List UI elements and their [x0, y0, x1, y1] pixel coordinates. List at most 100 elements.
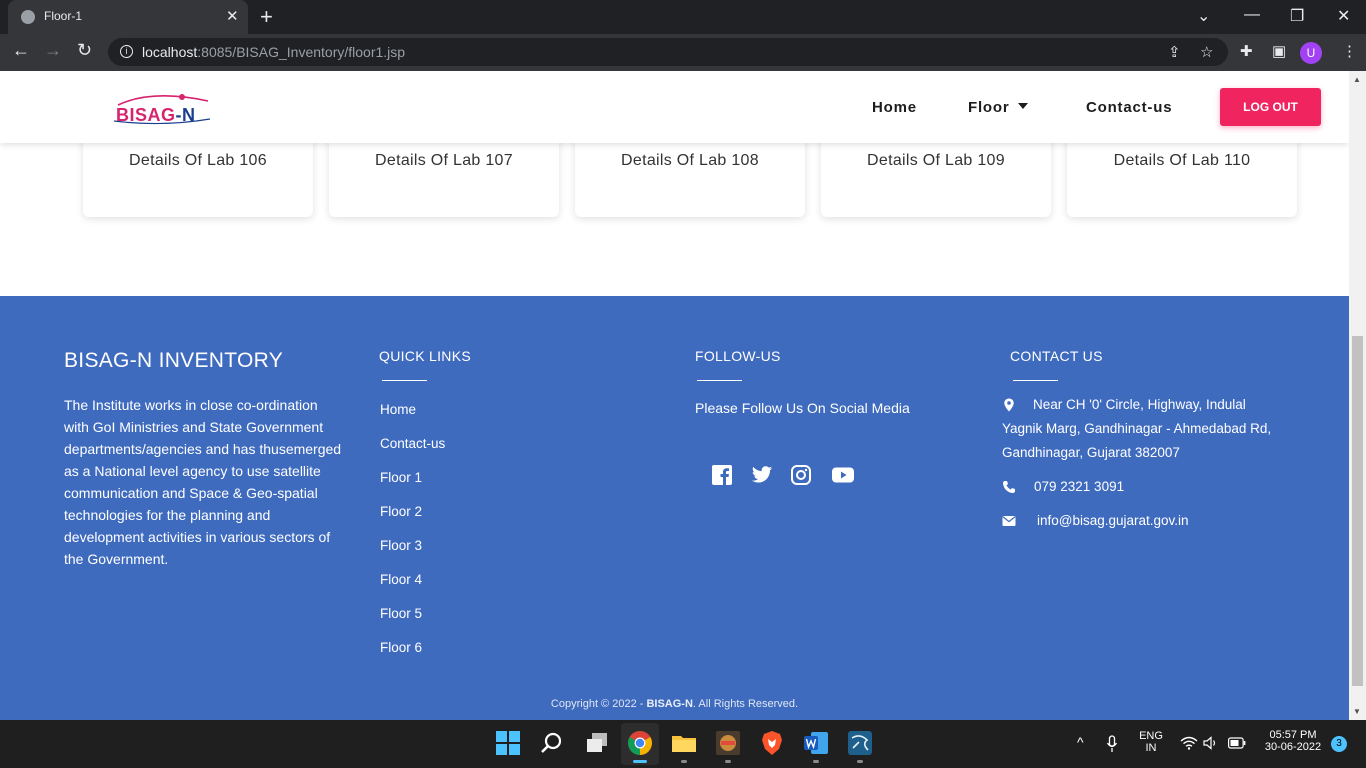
- lab-card-label: Details Of Lab 107: [375, 152, 513, 169]
- page-scrollbar[interactable]: ▲ ▼: [1349, 71, 1366, 720]
- quick-links-heading: QUICK LINKS: [379, 348, 471, 364]
- envelope-icon: [1002, 516, 1016, 526]
- nav-contact-us[interactable]: Contact-us: [1086, 99, 1172, 116]
- browser-tab-strip: Floor-1 ✕ + ⌄ — ❐ ✕: [0, 0, 1366, 34]
- site-footer: BISAG-N INVENTORY The Institute works in…: [0, 296, 1349, 720]
- app-badge-icon[interactable]: [715, 730, 741, 756]
- email-link[interactable]: info@bisag.gujarat.gov.in: [1037, 509, 1189, 533]
- lab-card-106[interactable]: Details Of Lab 106: [83, 131, 313, 217]
- close-tab-icon[interactable]: ✕: [226, 7, 239, 25]
- phone-number: 079 2321 3091: [1034, 479, 1125, 494]
- volume-icon[interactable]: [1203, 736, 1219, 750]
- contact-us-heading: CONTACT US: [1010, 348, 1103, 364]
- url-text[interactable]: localhost:8085/BISAG_Inventory/floor1.js…: [142, 44, 405, 60]
- tab-title: Floor-1: [44, 9, 83, 23]
- map-marker-icon: [1004, 398, 1014, 412]
- reload-button[interactable]: ↻: [77, 40, 92, 61]
- tab-search-icon[interactable]: ⌄: [1197, 6, 1210, 26]
- address-line-1: Near CH '0' Circle, Highway, Indulal: [1033, 397, 1246, 412]
- footer-link-floor-3[interactable]: Floor 3: [380, 538, 422, 553]
- share-icon[interactable]: ⇪: [1168, 43, 1181, 61]
- divider: [382, 380, 427, 381]
- minimize-button[interactable]: —: [1244, 6, 1260, 24]
- lab-card-label: Details Of Lab 110: [1113, 152, 1251, 169]
- lab-card-label: Details Of Lab 108: [621, 152, 759, 169]
- follow-text: Please Follow Us On Social Media: [695, 400, 910, 416]
- footer-link-floor-5[interactable]: Floor 5: [380, 606, 422, 621]
- scroll-down-icon[interactable]: ▼: [1353, 707, 1361, 716]
- footer-link-floor-4[interactable]: Floor 4: [380, 572, 422, 587]
- file-explorer-icon[interactable]: [671, 730, 697, 756]
- lab-card-109[interactable]: Details Of Lab 109: [821, 131, 1051, 217]
- notification-badge[interactable]: 3: [1331, 736, 1347, 752]
- copyright: Copyright © 2022 - BISAG-N. All Rights R…: [550, 698, 799, 710]
- phone-icon: [1003, 481, 1015, 493]
- lab-card-label: Details Of Lab 106: [129, 152, 267, 169]
- footer-link-home[interactable]: Home: [380, 402, 416, 417]
- scroll-up-icon[interactable]: ▲: [1353, 75, 1361, 84]
- active-indicator: [633, 760, 647, 763]
- browser-menu-icon[interactable]: ⋮: [1342, 42, 1357, 60]
- follow-us-heading: FOLLOW-US: [695, 348, 781, 364]
- forward-button[interactable]: →: [44, 40, 62, 61]
- language-indicator[interactable]: ENG IN: [1136, 730, 1166, 754]
- site-header: BISAG-N Home Floor Contact-us LOG OUT: [0, 71, 1349, 143]
- divider: [697, 380, 742, 381]
- scrollbar-thumb[interactable]: [1352, 336, 1363, 686]
- running-indicator: [813, 760, 819, 763]
- brave-browser-icon[interactable]: [759, 730, 785, 756]
- windows-taskbar: ^ ENG IN 05:57 PM 30-06-2022 3: [0, 720, 1366, 768]
- lab-card-107[interactable]: Details Of Lab 107: [329, 131, 559, 217]
- page-viewport: BISAG-N Home Floor Contact-us LOG OUT De…: [0, 71, 1349, 720]
- footer-brand: BISAG-N INVENTORY: [64, 349, 284, 372]
- facebook-icon[interactable]: [711, 464, 733, 486]
- running-indicator: [857, 760, 863, 763]
- nav-home[interactable]: Home: [872, 99, 917, 116]
- side-panel-icon[interactable]: ▣: [1272, 42, 1286, 60]
- chrome-icon[interactable]: [627, 730, 653, 756]
- wifi-icon[interactable]: [1180, 736, 1198, 750]
- youtube-icon[interactable]: [831, 464, 855, 486]
- battery-icon[interactable]: [1228, 737, 1246, 749]
- back-button[interactable]: ←: [12, 40, 30, 61]
- nav-floor-dropdown[interactable]: Floor: [968, 99, 1028, 116]
- bookmark-star-icon[interactable]: ☆: [1200, 43, 1213, 61]
- browser-toolbar: ← → ↻ i localhost:8085/BISAG_Inventory/f…: [0, 34, 1366, 71]
- logout-button[interactable]: LOG OUT: [1220, 88, 1321, 126]
- windows-start-icon[interactable]: [495, 730, 521, 756]
- twitter-icon[interactable]: [751, 464, 773, 486]
- footer-link-floor-2[interactable]: Floor 2: [380, 504, 422, 519]
- divider: [1013, 380, 1058, 381]
- bisag-logo[interactable]: BISAG-N: [112, 91, 212, 125]
- lab-card-label: Details Of Lab 109: [867, 152, 1005, 169]
- extensions-icon[interactable]: ✚: [1240, 42, 1253, 60]
- footer-description: The Institute works in close co-ordinati…: [64, 397, 342, 567]
- microphone-icon[interactable]: [1106, 735, 1118, 753]
- footer-link-floor-1[interactable]: Floor 1: [380, 470, 422, 485]
- task-view-icon[interactable]: [584, 730, 610, 756]
- lab-card-108[interactable]: Details Of Lab 108: [575, 131, 805, 217]
- restore-button[interactable]: ❐: [1290, 6, 1304, 26]
- logo-text: BISAG-N: [116, 105, 196, 125]
- profile-avatar[interactable]: U: [1300, 42, 1322, 64]
- close-window-button[interactable]: ✕: [1337, 6, 1350, 26]
- running-indicator: [681, 760, 687, 763]
- footer-link-contact-us[interactable]: Contact-us: [380, 436, 445, 451]
- address-line-3: Gandhinagar, Gujarat 382007: [1002, 445, 1180, 460]
- show-hidden-icons-chevron-icon[interactable]: ^: [1077, 734, 1084, 750]
- clock[interactable]: 05:57 PM 30-06-2022: [1255, 729, 1331, 753]
- address-line-2: Yagnik Marg, Gandhinagar - Ahmedabad Rd,: [1002, 421, 1272, 436]
- footer-link-floor-6[interactable]: Floor 6: [380, 640, 422, 655]
- site-info-icon[interactable]: i: [120, 45, 133, 58]
- mysql-workbench-icon[interactable]: [847, 730, 873, 756]
- lab-card-110[interactable]: Details Of Lab 110: [1067, 131, 1297, 217]
- running-indicator: [725, 760, 731, 763]
- caret-down-icon: [1017, 103, 1028, 109]
- word-icon[interactable]: [803, 730, 829, 756]
- instagram-icon[interactable]: [790, 464, 812, 486]
- search-icon[interactable]: [539, 730, 565, 756]
- address-bar[interactable]: i localhost:8085/BISAG_Inventory/floor1.…: [108, 38, 1228, 66]
- globe-icon: [21, 10, 35, 24]
- new-tab-button[interactable]: +: [260, 4, 273, 30]
- browser-tab[interactable]: Floor-1 ✕: [8, 0, 248, 34]
